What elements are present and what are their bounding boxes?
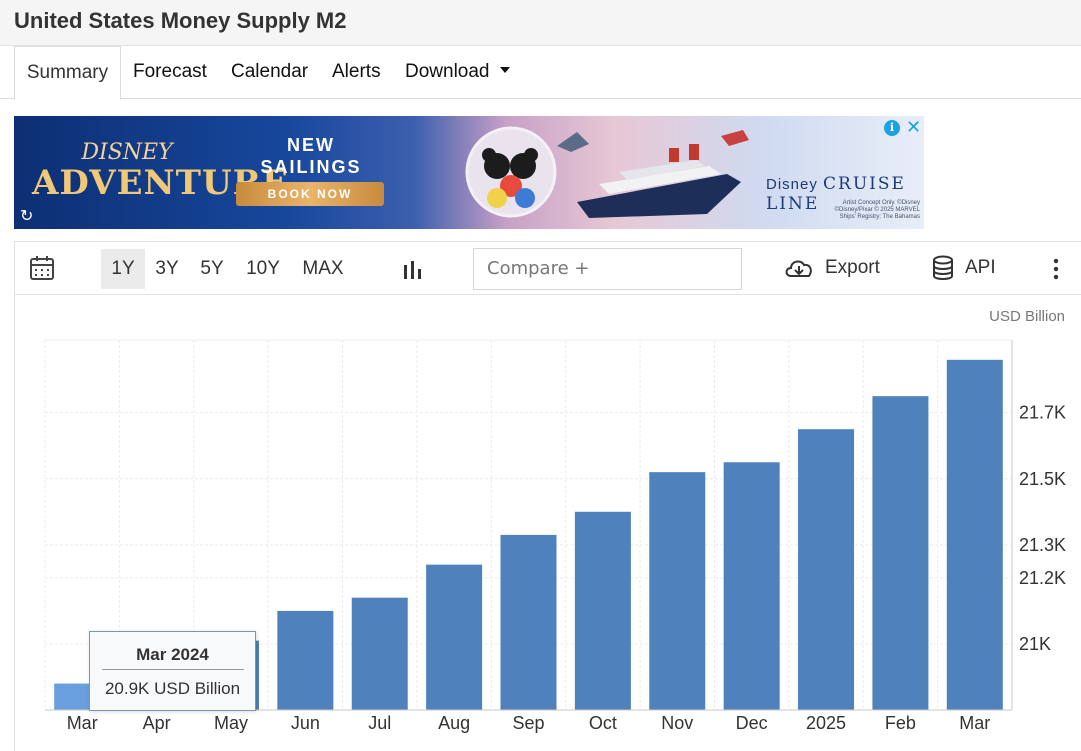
x-tick-label: Feb	[885, 713, 916, 733]
x-tick-label: Nov	[661, 713, 693, 733]
x-tick-label: Jul	[368, 713, 391, 733]
x-tick-label: Dec	[736, 713, 768, 733]
bar[interactable]	[351, 597, 408, 710]
bar[interactable]	[723, 462, 780, 710]
tooltip-divider	[102, 669, 244, 670]
tooltip-date: Mar 2024	[136, 645, 209, 664]
bar[interactable]	[872, 396, 929, 710]
y-tick-label: 21.3K	[1019, 535, 1066, 555]
x-tick-label: May	[214, 713, 248, 733]
y-tick-label: 21.2K	[1019, 568, 1066, 588]
bar[interactable]	[426, 564, 483, 710]
bar[interactable]	[500, 534, 557, 710]
x-tick-label: 2025	[806, 713, 846, 733]
x-tick-label: Mar	[67, 713, 98, 733]
x-tick-label: Apr	[143, 713, 171, 733]
y-tick-label: 21.7K	[1019, 403, 1066, 423]
bar[interactable]	[574, 511, 631, 710]
x-tick-label: Aug	[438, 713, 470, 733]
y-tick-label: 21.5K	[1019, 469, 1066, 489]
chart-tooltip: Mar 2024 20.9K USD Billion	[89, 631, 256, 711]
x-tick-label: Sep	[512, 713, 544, 733]
x-tick-label: Oct	[589, 713, 617, 733]
bar[interactable]	[277, 610, 334, 710]
bar[interactable]	[798, 429, 855, 710]
bar[interactable]	[946, 359, 1003, 710]
y-tick-label: 21K	[1019, 634, 1051, 654]
tooltip-value: 20.9K USD Billion	[104, 679, 241, 698]
x-tick-label: Jun	[291, 713, 320, 733]
bar[interactable]	[649, 472, 706, 710]
x-tick-label: Mar	[959, 713, 990, 733]
